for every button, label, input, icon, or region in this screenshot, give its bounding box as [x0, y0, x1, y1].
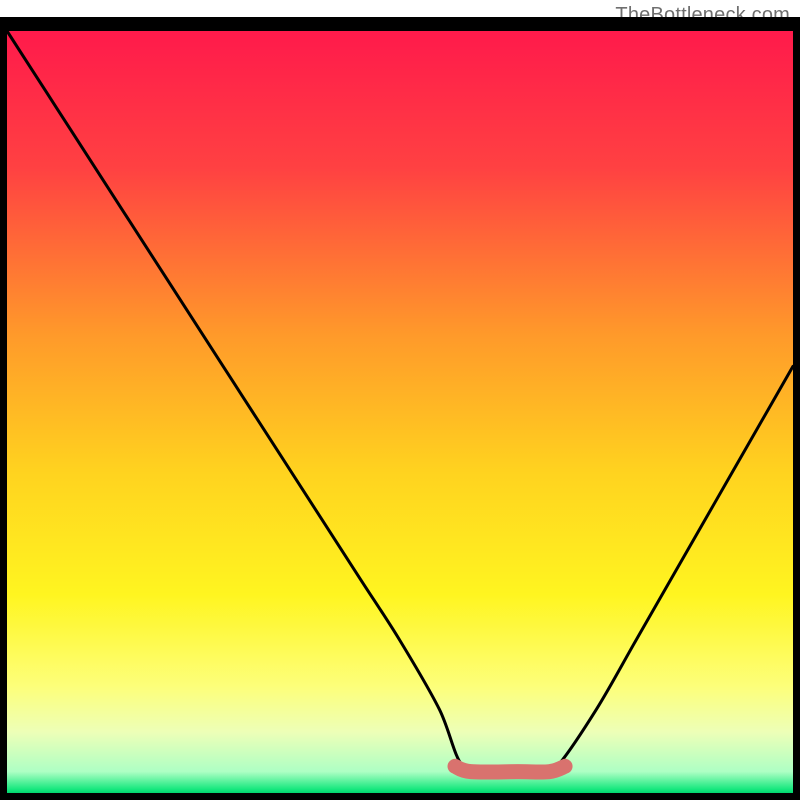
- sweet-spot-band: [455, 766, 565, 772]
- plot-background: [7, 31, 793, 793]
- chart-container: TheBottleneck.com: [0, 0, 800, 800]
- bottleneck-chart: [0, 0, 800, 800]
